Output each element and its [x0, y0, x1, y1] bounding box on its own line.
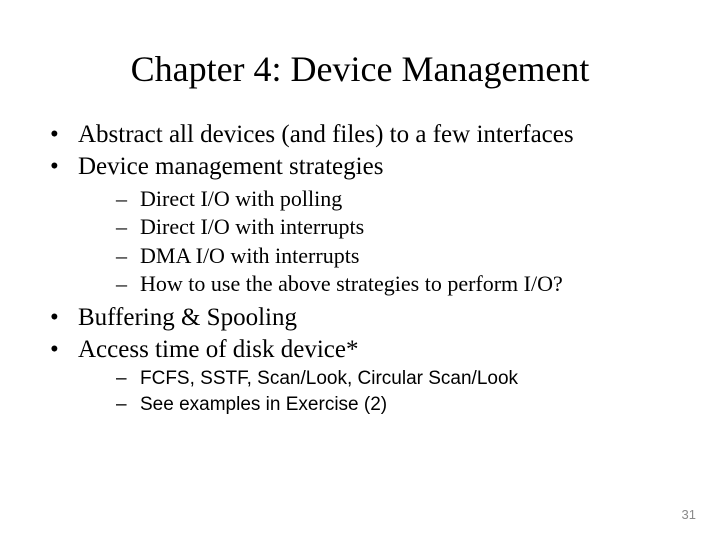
sub-bullet-list: Direct I/O with polling Direct I/O with … — [78, 185, 680, 298]
sub-bullet-item: FCFS, SSTF, Scan/Look, Circular Scan/Loo… — [116, 367, 680, 392]
sub-bullet-item: Direct I/O with polling — [116, 185, 680, 213]
slide-body: Abstract all devices (and files) to a fe… — [0, 119, 720, 417]
sub-bullet-text: Direct I/O with interrupts — [140, 214, 364, 239]
sub-bullet-text: FCFS, SSTF, Scan/Look, Circular Scan/Loo… — [140, 368, 518, 389]
bullet-item: Buffering & Spooling — [50, 302, 680, 333]
bullet-text: Access time of disk device* — [78, 336, 358, 363]
bullet-text: Abstract all devices (and files) to a fe… — [78, 121, 574, 148]
sub-bullet-text: See examples in Exercise (2) — [140, 394, 387, 415]
sub-bullet-list: FCFS, SSTF, Scan/Look, Circular Scan/Loo… — [78, 367, 680, 417]
sub-bullet-item: Direct I/O with interrupts — [116, 213, 680, 241]
sub-bullet-text: How to use the above strategies to perfo… — [140, 271, 563, 296]
page-number: 31 — [682, 507, 696, 522]
sub-bullet-text: DMA I/O with interrupts — [140, 243, 359, 268]
bullet-text: Buffering & Spooling — [78, 304, 297, 331]
sub-bullet-item: How to use the above strategies to perfo… — [116, 270, 680, 298]
sub-bullet-item: DMA I/O with interrupts — [116, 242, 680, 270]
slide: Chapter 4: Device Management Abstract al… — [0, 0, 720, 540]
bullet-list: Abstract all devices (and files) to a fe… — [50, 119, 680, 417]
bullet-item: Abstract all devices (and files) to a fe… — [50, 119, 680, 150]
sub-bullet-item: See examples in Exercise (2) — [116, 393, 680, 418]
slide-title: Chapter 4: Device Management — [0, 0, 720, 118]
bullet-text: Device management strategies — [78, 153, 383, 180]
bullet-item: Device management strategies Direct I/O … — [50, 151, 680, 297]
sub-bullet-text: Direct I/O with polling — [140, 186, 342, 211]
bullet-item: Access time of disk device* FCFS, SSTF, … — [50, 334, 680, 418]
